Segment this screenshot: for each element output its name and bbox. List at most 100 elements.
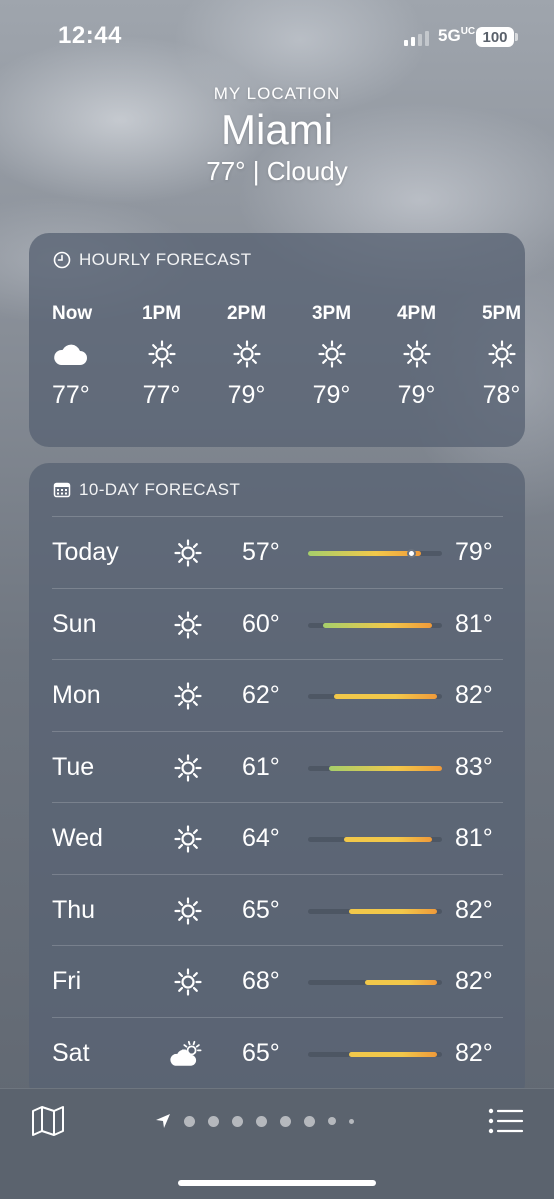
sun-icon <box>170 964 206 1000</box>
hour-column: 4PM 79° <box>374 303 459 410</box>
temp-range-bar <box>308 622 442 628</box>
hourly-list[interactable]: Now 77° 1PM 77° 2PM 79° 3PM 79° 4PM 79° 5PM 78° <box>29 303 525 410</box>
list-icon[interactable] <box>488 1107 524 1135</box>
hour-column: Now 77° <box>29 303 119 410</box>
home-indicator[interactable] <box>178 1180 376 1186</box>
page-dot[interactable] <box>304 1115 315 1127</box>
current-summary: 77° | Cloudy <box>206 156 348 186</box>
ten-day-forecast-card[interactable]: 10-DAY FORECAST Today 57° 79° Sun 60° 81° Mon 6… <box>29 463 525 1103</box>
hour-column: 1PM 77° <box>119 303 204 410</box>
hour-label: Now <box>52 303 93 324</box>
page-dot[interactable] <box>256 1115 267 1127</box>
sun-icon <box>170 821 206 857</box>
hour-temp: 79° <box>312 381 351 409</box>
location-label: MY LOCATION <box>213 84 341 103</box>
day-low: 64° <box>242 824 280 852</box>
day-row[interactable]: Fri 68° 82° <box>52 945 503 1017</box>
day-row[interactable]: Sat 65° 82° <box>52 1016 503 1089</box>
hour-label: 5PM <box>481 303 522 324</box>
day-high: 79° <box>455 538 493 566</box>
sun-icon <box>374 329 459 379</box>
hour-column: 5PM 78° <box>459 303 525 410</box>
hourly-forecast-card[interactable]: HOURLY FORECAST Now 77° 1PM 77° 2PM 79° 3PM 79°… <box>29 233 525 447</box>
status-time: 12:44 <box>58 22 122 49</box>
day-low: 62° <box>242 681 280 709</box>
map-icon[interactable] <box>30 1105 66 1137</box>
sun-icon <box>170 893 206 929</box>
temp-range-fill <box>364 980 437 985</box>
page-dot[interactable] <box>280 1115 291 1127</box>
hour-column: 2PM 79° <box>204 303 289 410</box>
page-dot[interactable] <box>184 1115 195 1127</box>
sun-icon <box>170 750 206 786</box>
current-temp-dot <box>406 549 416 558</box>
day-low: 57° <box>242 538 280 566</box>
hour-temp: 77° <box>52 381 90 409</box>
temp-range-bar <box>308 837 442 842</box>
partly-cloudy-icon <box>170 1036 206 1072</box>
day-high: 83° <box>455 752 493 781</box>
hour-column: 3PM 79° <box>289 303 374 410</box>
temp-range-bar <box>308 549 442 558</box>
day-name: Sat <box>52 1038 90 1067</box>
hour-label: 4PM <box>396 303 437 324</box>
day-name: Today <box>52 538 119 566</box>
temp-range-fill <box>349 908 437 914</box>
hour-temp: 79° <box>397 381 436 409</box>
day-name: Wed <box>52 824 103 852</box>
weather-header: MY LOCATION Miami 77° | Cloudy <box>0 84 554 187</box>
temp-range-fill <box>344 837 432 842</box>
temp-range-bar <box>308 980 442 985</box>
day-low: 68° <box>242 967 280 995</box>
day-name: Mon <box>52 681 101 709</box>
status-bar: 12:44 5GUC 100 <box>0 0 554 70</box>
city-name: Miami <box>221 106 333 153</box>
page-indicator[interactable] <box>155 1113 354 1129</box>
day-high: 82° <box>455 895 493 924</box>
hourly-forecast-title: HOURLY FORECAST <box>53 250 252 270</box>
day-row[interactable]: Wed 64° 81° <box>52 802 503 874</box>
network-type: 5GUC <box>438 26 476 45</box>
day-low: 60° <box>242 609 280 638</box>
page-dot[interactable] <box>208 1115 219 1127</box>
sun-icon <box>170 607 206 643</box>
sun-icon <box>459 329 525 379</box>
sun-icon <box>289 329 374 379</box>
calendar-icon <box>53 482 71 498</box>
day-name: Thu <box>52 895 96 924</box>
day-row[interactable]: Mon 62° 82° <box>52 659 503 731</box>
sun-icon <box>119 329 204 379</box>
cloud-icon <box>52 329 119 379</box>
hour-label: 2PM <box>226 303 267 324</box>
temp-range-fill <box>323 622 432 628</box>
ten-day-forecast-label: 10-DAY FORECAST <box>79 480 241 499</box>
temp-range-fill <box>333 694 437 699</box>
page-dot[interactable] <box>232 1115 243 1127</box>
day-row[interactable]: Today 57° 79° <box>52 516 503 588</box>
page-dot[interactable] <box>349 1118 354 1124</box>
hour-label: 1PM <box>141 303 182 324</box>
day-row[interactable]: Tue 61° 83° <box>52 730 503 803</box>
page-dot[interactable] <box>328 1117 336 1125</box>
day-list[interactable]: Today 57° 79° Sun 60° 81° Mon 62° 82° Tue 61° 83° We… <box>52 516 503 1088</box>
temp-range-bar <box>308 1051 442 1057</box>
sun-icon <box>204 329 289 379</box>
day-name: Tue <box>52 752 95 781</box>
day-low: 65° <box>242 1038 280 1067</box>
day-high: 82° <box>455 967 493 995</box>
location-arrow-icon[interactable] <box>155 1113 171 1129</box>
battery-tip <box>515 33 518 41</box>
day-high: 81° <box>455 609 493 638</box>
hourly-forecast-label: HOURLY FORECAST <box>79 250 252 269</box>
day-row[interactable]: Thu 65° 82° <box>52 873 503 946</box>
clock-icon <box>53 251 71 269</box>
day-row[interactable]: Sun 60° 81° <box>52 587 503 660</box>
day-name: Fri <box>52 967 82 995</box>
day-name: Sun <box>52 609 97 638</box>
temp-range-fill <box>349 1051 437 1057</box>
day-high: 82° <box>455 681 493 709</box>
day-high: 81° <box>455 824 493 852</box>
hour-label: 3PM <box>311 303 352 324</box>
temp-range-fill <box>328 765 442 771</box>
cellular-signal-icon <box>404 30 432 46</box>
